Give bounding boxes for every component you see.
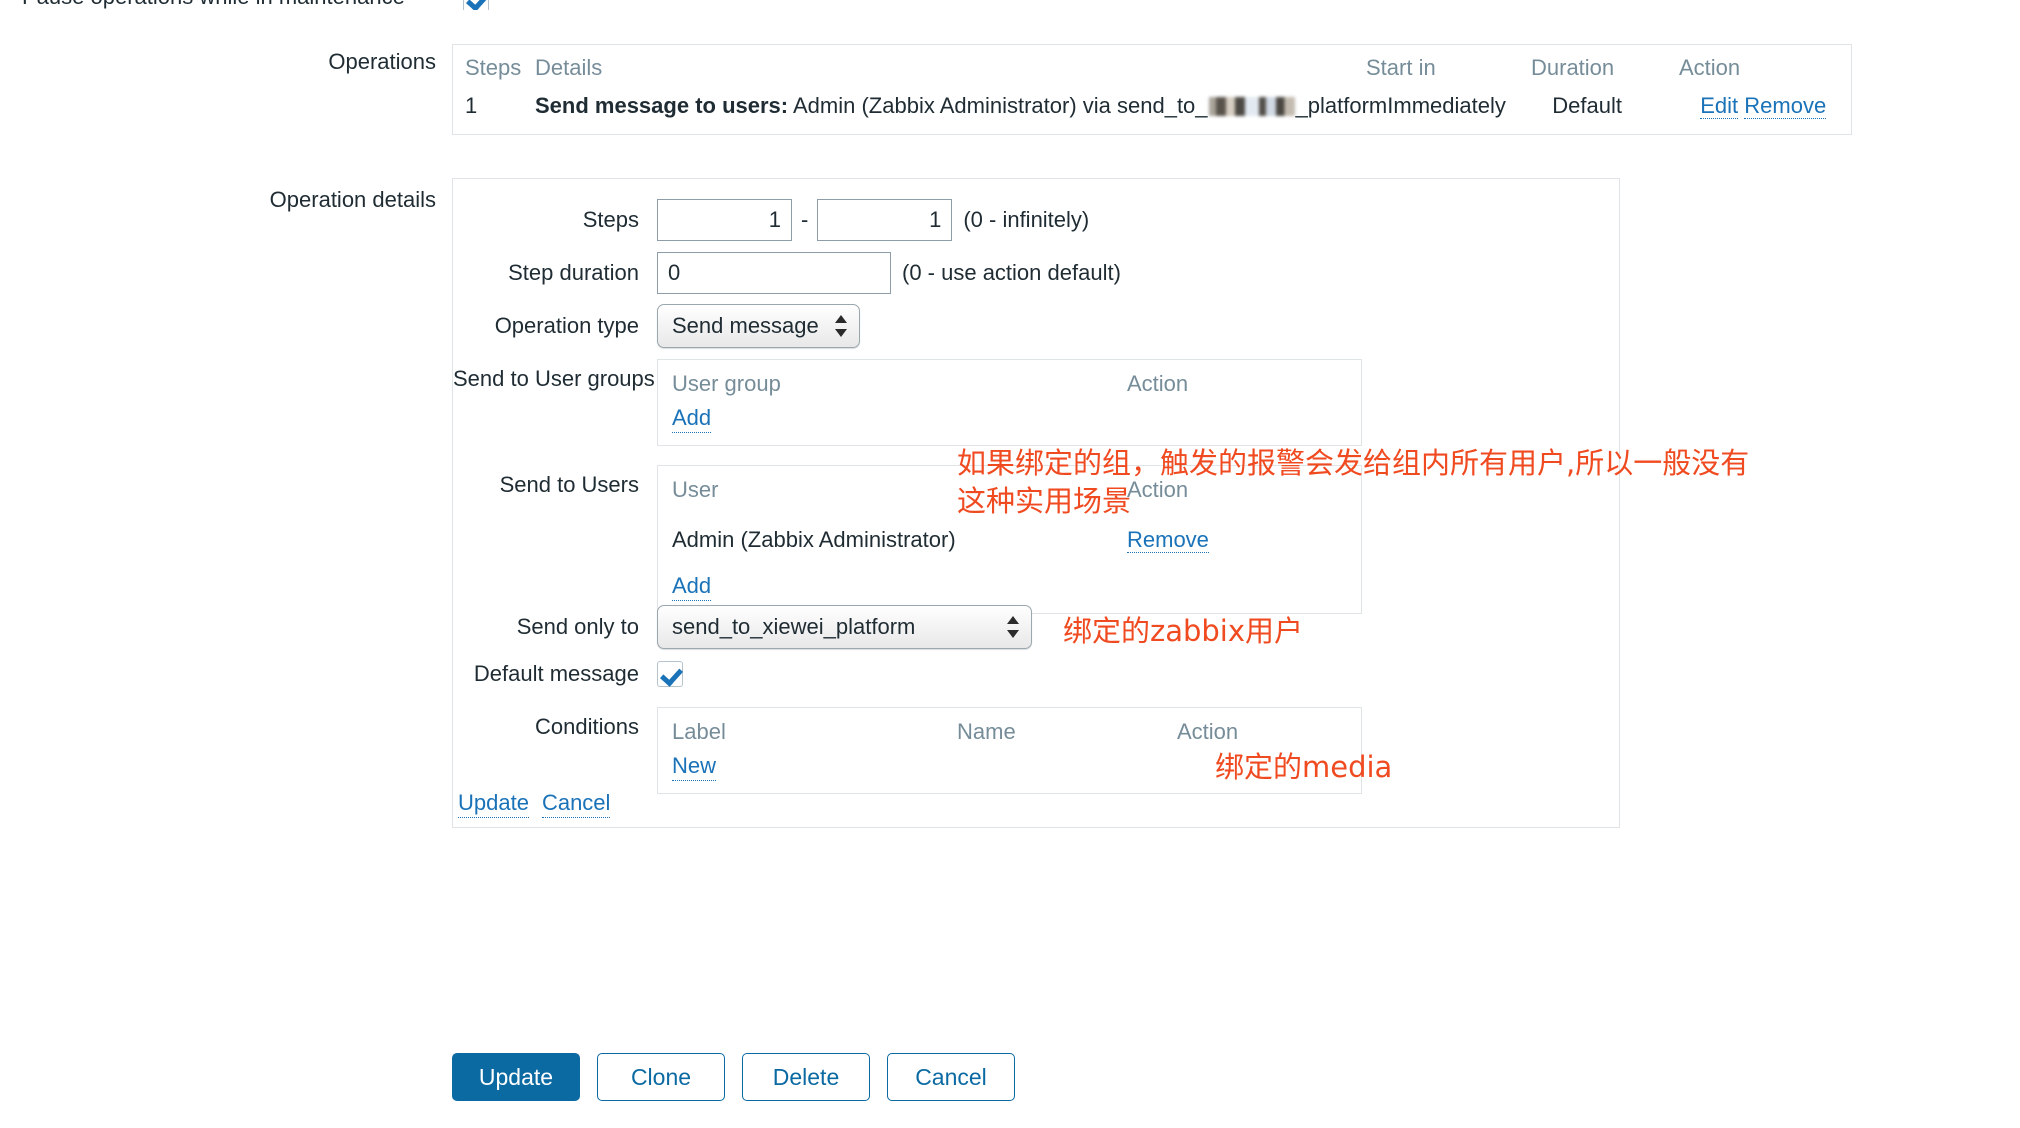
user-groups-add-link[interactable]: Add <box>672 404 712 433</box>
conditions-header-action: Action <box>1177 719 1239 744</box>
steps-separator: - <box>801 207 809 232</box>
users-add-link[interactable]: Add <box>672 572 712 601</box>
operation-edit-link[interactable]: Edit <box>1700 93 1739 119</box>
redacted-text-block <box>1208 97 1295 116</box>
user-groups-table-footer: Add <box>658 398 1361 445</box>
pause-operations-row: Pause operations while in maintenance <box>0 0 2020 10</box>
conditions-label: Conditions <box>535 714 639 739</box>
pause-operations-label: Pause operations while in maintenance <box>22 0 405 10</box>
operation-action-cell: Edit Remove <box>1700 92 1860 120</box>
steps-hint: (0 - infinitely) <box>963 207 1090 232</box>
operation-type-select[interactable]: Send message <box>657 304 860 348</box>
operation-details-cancel-link[interactable]: Cancel <box>541 789 611 818</box>
operation-details-body: Admin (Zabbix Administrator) via send_to… <box>788 93 1208 118</box>
operations-header-duration: Duration <box>1531 55 1615 80</box>
operation-type-value: Send message <box>672 313 819 338</box>
delete-button[interactable]: Delete <box>742 1053 870 1101</box>
steps-to-input[interactable] <box>817 199 953 241</box>
operations-label-cell: Operations <box>0 48 436 76</box>
conditions-table-header: Label Name Action <box>658 708 1361 746</box>
steps-row: Steps - (0 - infinitely) <box>453 199 1089 241</box>
user-remove-link[interactable]: Remove <box>1127 527 1209 553</box>
default-message-label: Default message <box>473 661 639 686</box>
user-groups-table-header: User group Action <box>658 360 1361 398</box>
operations-header-start-in: Start in <box>1366 55 1436 80</box>
operation-remove-link[interactable]: Remove <box>1744 93 1827 119</box>
operation-details-actions: Update Cancel <box>458 789 611 818</box>
user-groups-table: User group Action Add <box>657 359 1362 446</box>
operation-type-row: Operation type Send message <box>453 304 860 348</box>
step-duration-hint: (0 - use action default) <box>902 260 1121 285</box>
operation-details-label-cell: Operation details <box>0 186 436 214</box>
step-duration-label: Step duration <box>508 260 639 285</box>
steps-from-input[interactable] <box>657 199 792 241</box>
send-only-to-row: Send only to send_to_xiewei_platform <box>453 605 1032 649</box>
user-groups-header-group: User group <box>672 371 781 396</box>
pause-operations-checkbox[interactable] <box>463 0 489 10</box>
send-only-to-select[interactable]: send_to_xiewei_platform <box>657 605 1032 649</box>
operations-table: Steps Details Start in Duration Action 1… <box>452 44 1852 135</box>
operation-details-title: Send message to users: <box>535 93 789 118</box>
user-name: Admin (Zabbix Administrator) <box>672 527 956 552</box>
send-to-user-groups-label: Send to User groups <box>453 366 655 391</box>
step-duration-row: Step duration (0 - use action default) <box>453 252 1121 294</box>
zabbix-action-operations-page: Pause operations while in maintenance Op… <box>0 0 2020 1128</box>
operation-details-tail: _platform <box>1295 93 1388 118</box>
default-message-row: Default message <box>453 661 683 687</box>
user-groups-header-action: Action <box>1127 371 1189 396</box>
chevron-updown-icon <box>1007 613 1019 641</box>
pause-operations-checkbox-wrap[interactable] <box>463 0 489 10</box>
operation-duration: Default <box>1552 93 1622 118</box>
operations-header-steps: Steps <box>465 55 522 80</box>
user-action-cell: Remove <box>1127 526 1347 554</box>
update-button[interactable]: Update <box>452 1053 580 1101</box>
clone-button[interactable]: Clone <box>597 1053 725 1101</box>
cancel-button[interactable]: Cancel <box>887 1053 1015 1101</box>
annotation-users: 绑定的zabbix用户 <box>1063 614 1304 648</box>
annotation-user-groups: 如果绑定的组，触发的报警会发给组内所有用户,所以一般没有 这种实用场景 <box>957 446 1750 518</box>
operations-header-details: Details <box>535 55 603 80</box>
steps-label: Steps <box>582 207 639 232</box>
operation-details-cell: Send message to users: Admin (Zabbix Adm… <box>535 92 1387 120</box>
operation-type-label: Operation type <box>494 313 639 338</box>
send-only-to-label: Send only to <box>516 614 639 639</box>
send-to-user-groups-row: Send to User groups User group Action Ad… <box>453 359 1362 446</box>
operations-table-header: Steps Details Start in Duration Action <box>453 45 1851 86</box>
conditions-header-label: Label <box>672 719 726 744</box>
conditions-header-name: Name <box>957 719 1016 744</box>
default-message-checkbox[interactable] <box>657 661 683 687</box>
step-duration-input[interactable] <box>657 252 891 294</box>
operation-details-update-link[interactable]: Update <box>458 789 529 818</box>
operations-label: Operations <box>328 49 436 74</box>
send-to-users-label: Send to Users <box>499 472 639 497</box>
operations-header-action: Action <box>1679 55 1741 80</box>
table-row: 1 Send message to users: Admin (Zabbix A… <box>453 86 1851 134</box>
operation-details-label: Operation details <box>269 187 436 212</box>
chevron-updown-icon <box>835 312 847 340</box>
conditions-new-link[interactable]: New <box>672 752 717 781</box>
operation-start-in: Immediately <box>1387 93 1506 118</box>
annotation-media: 绑定的media <box>1215 750 1393 784</box>
operation-step-number: 1 <box>465 93 478 118</box>
send-only-to-value: send_to_xiewei_platform <box>672 614 916 639</box>
form-buttons: Update Clone Delete Cancel <box>452 1053 1015 1101</box>
